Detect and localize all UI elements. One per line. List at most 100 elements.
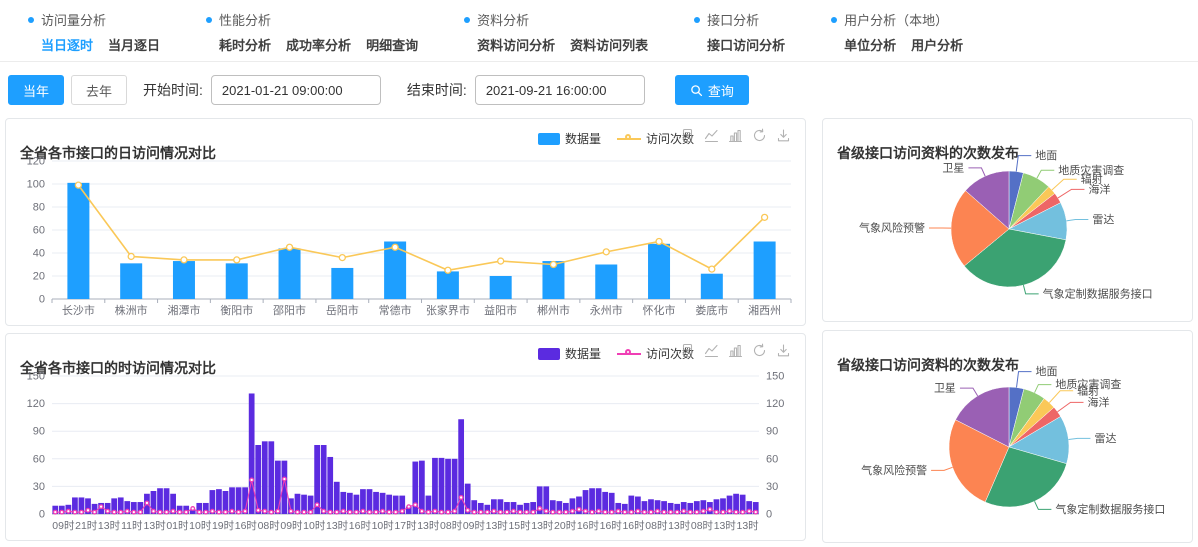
line-marker [695, 510, 699, 514]
nav-link-4-1[interactable]: 用户分析 [911, 35, 963, 54]
nav-link-3-0[interactable]: 接口访问分析 [707, 35, 785, 54]
line-marker [636, 509, 640, 513]
bar[interactable] [437, 271, 459, 299]
line-marker [112, 510, 116, 514]
nav-link-0-0[interactable]: 当日逐时 [41, 35, 93, 54]
chart-canvas[interactable]: 0030306060909012012015015009时21时13时11时13… [6, 366, 805, 540]
switch-to-bar-icon[interactable] [728, 128, 743, 143]
bar[interactable] [490, 276, 512, 299]
nav-group-0: 访问量分析当日逐时当月逐日 [28, 10, 160, 61]
bar[interactable] [327, 457, 333, 514]
bar[interactable] [226, 263, 248, 299]
bar[interactable] [255, 445, 261, 514]
line-marker [106, 509, 110, 513]
svg-text:永州市: 永州市 [590, 303, 623, 317]
nav-link-1-0[interactable]: 耗时分析 [219, 35, 271, 54]
nav-group-title-label: 资料分析 [477, 10, 529, 29]
bar[interactable] [279, 248, 301, 299]
line-marker [688, 510, 692, 514]
bar[interactable] [331, 268, 353, 299]
svg-text:100: 100 [27, 179, 45, 191]
svg-text:湘潭市: 湘潭市 [167, 303, 200, 317]
end-time-input[interactable] [475, 75, 645, 105]
nav-link-1-2[interactable]: 明细查询 [366, 35, 418, 54]
restore-icon[interactable] [752, 128, 767, 143]
line-marker [75, 182, 81, 188]
svg-text:08时: 08时 [440, 520, 463, 532]
svg-text:20时: 20时 [554, 520, 577, 532]
bar[interactable] [701, 274, 723, 299]
bar[interactable] [419, 461, 425, 514]
data-view-icon[interactable] [680, 128, 695, 143]
pie-canvas[interactable]: 地面地质灾害调查辐射海洋雷达气象定制数据服务接口气象风险预警卫星 [823, 361, 1192, 541]
start-time-input[interactable] [211, 75, 381, 105]
province-pie-card-1: 省级接口访问资料的次数发布 地面地质灾害调查辐射海洋雷达气象定制数据服务接口气象… [822, 118, 1193, 322]
bar[interactable] [445, 459, 451, 514]
switch-to-line-icon[interactable] [704, 343, 719, 358]
bar[interactable] [173, 261, 195, 299]
bar[interactable] [249, 393, 255, 514]
line-marker [603, 510, 607, 514]
nav-group-1: 性能分析耗时分析成功率分析明细查询 [206, 10, 418, 61]
hourly-access-chart[interactable]: 0030306060909012012015015009时21时13时11时13… [6, 366, 805, 545]
svg-text:16时: 16时 [349, 520, 372, 532]
line-marker [181, 257, 187, 263]
province-access-pie-1[interactable]: 地面地质灾害调查辐射海洋雷达气象定制数据服务接口气象风险预警卫星 [823, 149, 1192, 326]
data-view-icon[interactable] [680, 343, 695, 358]
line-marker [486, 510, 490, 514]
line-marker [414, 503, 418, 507]
bar[interactable] [648, 244, 670, 299]
nav-link-4-0[interactable]: 单位分析 [844, 35, 896, 54]
bar[interactable] [275, 461, 281, 514]
query-button[interactable]: 查询 [675, 75, 749, 105]
current-year-button[interactable]: 当年 [8, 75, 64, 105]
svg-text:09时: 09时 [280, 520, 303, 532]
switch-to-line-icon[interactable] [704, 128, 719, 143]
save-as-image-icon[interactable] [776, 343, 791, 358]
nav-link-0-1[interactable]: 当月逐日 [108, 35, 160, 54]
bar[interactable] [262, 441, 268, 514]
bar[interactable] [432, 458, 438, 514]
bar[interactable] [321, 445, 327, 514]
bar[interactable] [268, 441, 274, 514]
nav-link-2-0[interactable]: 资料访问分析 [477, 35, 555, 54]
chart-toolbox [680, 128, 791, 143]
bar[interactable] [595, 265, 617, 300]
line-marker [459, 496, 463, 500]
pie-canvas[interactable]: 地面地质灾害调查辐射海洋雷达气象定制数据服务接口气象风险预警卫星 [823, 149, 1192, 321]
legend-item-数据量[interactable]: 数据量 [538, 130, 601, 147]
restore-icon[interactable] [752, 343, 767, 358]
svg-text:16时: 16时 [622, 520, 645, 532]
svg-text:湘西州: 湘西州 [748, 303, 781, 317]
bar[interactable] [439, 458, 445, 514]
line-marker [152, 509, 156, 513]
line-marker [446, 510, 450, 514]
line-marker [184, 510, 188, 514]
chart-canvas[interactable]: 020406080100120长沙市株洲市湘潭市衡阳市邵阳市岳阳市常德市张家界市… [6, 151, 805, 325]
bar[interactable] [754, 242, 776, 300]
province-access-pie-2[interactable]: 地面地质灾害调查辐射海洋雷达气象定制数据服务接口气象风险预警卫星 [823, 361, 1192, 546]
line-marker [283, 477, 287, 481]
search-icon [690, 84, 703, 97]
line-marker [702, 509, 706, 513]
line-marker [309, 510, 313, 514]
daily-access-chart[interactable]: 020406080100120长沙市株洲市湘潭市衡阳市邵阳市岳阳市常德市张家界市… [6, 151, 805, 330]
legend-item-数据量[interactable]: 数据量 [538, 345, 601, 362]
bar[interactable] [334, 482, 340, 514]
save-as-image-icon[interactable] [776, 128, 791, 143]
pie-label: 地面 [1036, 365, 1058, 378]
chart-legend: 数据量访问次数 [538, 345, 694, 362]
line-marker [498, 258, 504, 264]
nav-link-1-1[interactable]: 成功率分析 [286, 35, 351, 54]
line-marker [472, 510, 476, 514]
line-marker [564, 510, 568, 514]
nav-group-title-label: 访问量分析 [41, 10, 106, 29]
bar[interactable] [120, 263, 142, 299]
bar[interactable] [67, 183, 89, 299]
bullet-icon [464, 17, 470, 23]
last-year-button[interactable]: 去年 [71, 75, 127, 105]
nav-link-2-1[interactable]: 资料访问列表 [570, 35, 648, 54]
svg-text:株洲市: 株洲市 [115, 303, 148, 317]
legend-circle [625, 134, 631, 140]
switch-to-bar-icon[interactable] [728, 343, 743, 358]
